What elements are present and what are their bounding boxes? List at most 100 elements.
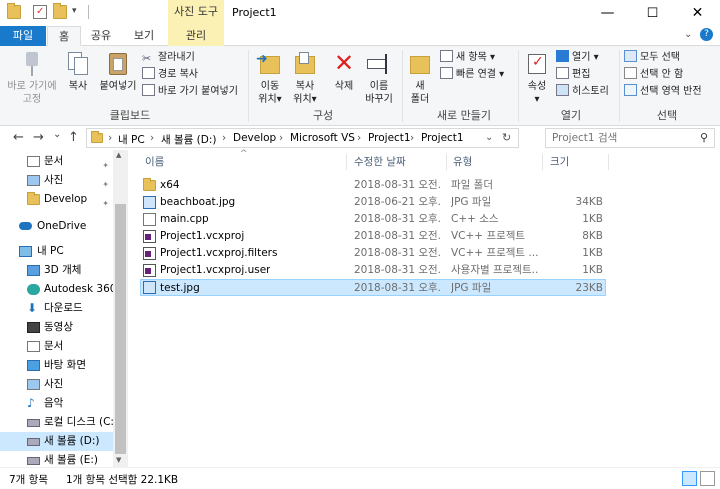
large-icons-view-icon[interactable] — [700, 471, 715, 486]
select-all-button[interactable]: 모두 선택 — [624, 50, 680, 66]
group-divider — [518, 50, 519, 122]
open-button[interactable]: 열기 ▾ — [556, 50, 599, 66]
back-button[interactable]: ← — [13, 130, 24, 145]
nav-item-volume-d[interactable]: 새 볼륨 (D:) — [0, 432, 113, 451]
search-box[interactable]: ⚲ — [545, 128, 715, 148]
recent-locations-button[interactable]: ⌄ — [53, 129, 61, 140]
up-button[interactable]: ↑ — [68, 130, 79, 145]
new-group-label: 새로 만들기 — [436, 109, 492, 122]
nav-item-autodesk-360[interactable]: Autodesk 360 — [0, 280, 116, 299]
file-row-x64[interactable]: x64 2018-08-31 오전... 파일 폴더 — [140, 177, 606, 194]
select-none-button[interactable]: 선택 안 함 — [624, 67, 683, 83]
maximize-button[interactable]: ☐ — [630, 0, 675, 26]
delete-button[interactable]: ✕ 삭제 — [329, 50, 359, 93]
new-folder-quick-icon[interactable] — [53, 3, 67, 19]
tab-file[interactable]: 파일 — [0, 26, 46, 46]
drive-icon — [27, 419, 40, 427]
tab-share[interactable]: 공유 — [83, 26, 119, 46]
file-row-vcxproj-filters[interactable]: Project1.vcxproj.filters 2018-08-31 오전..… — [140, 245, 606, 262]
pin-icon[interactable]: ✦ — [102, 194, 109, 213]
column-header-type[interactable]: 유형 — [453, 153, 472, 171]
breadcrumb-project1-current[interactable]: Project1 — [421, 132, 464, 144]
cut-button[interactable]: ✂ 잘라내기 — [142, 50, 195, 66]
nav-item-desktop[interactable]: 바탕 화면 — [0, 356, 113, 375]
tab-home[interactable]: 홈 — [47, 26, 81, 46]
paste-button[interactable]: 붙여넣기 — [96, 50, 140, 93]
ribbon-collapse-icon[interactable]: ⌄ — [684, 29, 692, 40]
breadcrumb-microsoft-vs[interactable]: Microsoft VS — [290, 132, 355, 144]
refresh-icon[interactable]: ↻ — [502, 131, 511, 144]
column-divider[interactable] — [608, 154, 609, 170]
scrollbar-thumb[interactable] — [115, 204, 126, 454]
close-button[interactable]: ✕ — [675, 0, 720, 26]
search-input[interactable] — [552, 131, 692, 145]
properties-quick-icon[interactable]: ✓ — [33, 5, 47, 19]
breadcrumb-project1[interactable]: Project1 — [368, 132, 411, 144]
column-header-name[interactable]: 이름 — [145, 153, 164, 171]
breadcrumb-drive-d[interactable]: 새 볼륨 (D:) — [161, 132, 216, 147]
address-bar[interactable]: › 내 PC › 새 볼륨 (D:) › Develop › Microsoft… — [86, 128, 519, 148]
file-row-beachboat[interactable]: beachboat.jpg 2018-06-21 오후... JPG 파일 34… — [140, 194, 606, 211]
nav-item-documents[interactable]: 문서 — [0, 337, 113, 356]
new-folder-button[interactable]: 새 폴더 — [406, 50, 434, 106]
help-icon[interactable]: ? — [700, 28, 713, 41]
scroll-down-icon[interactable]: ▼ — [116, 456, 121, 464]
edit-button[interactable]: 편집 — [556, 67, 590, 83]
vcxproj-file-icon — [143, 264, 156, 277]
file-row-test-jpg[interactable]: test.jpg 2018-08-31 오후... JPG 파일 23KB — [140, 279, 606, 296]
address-history-dropdown-icon[interactable]: ⌄ — [485, 132, 493, 143]
column-divider[interactable] — [446, 154, 447, 170]
paste-shortcut-button[interactable]: 바로 가기 붙여넣기 — [142, 84, 238, 100]
navpane-scrollbar[interactable]: ▲ ▼ — [113, 150, 128, 467]
quick-access-dropdown-icon[interactable]: ▾ — [72, 6, 77, 16]
easy-access-button[interactable]: 빠른 연결 ▾ — [440, 67, 504, 83]
scroll-up-icon[interactable]: ▲ — [116, 151, 121, 159]
rename-button[interactable]: 이름 바꾸기 — [362, 50, 396, 106]
minimize-button[interactable]: — — [585, 0, 630, 26]
breadcrumb-develop[interactable]: Develop — [233, 132, 276, 144]
nav-item-my-pc[interactable]: 내 PC — [0, 242, 113, 261]
nav-item-local-disk-c[interactable]: 로컬 디스크 (C:) — [0, 413, 118, 432]
file-row-main-cpp[interactable]: main.cpp 2018-08-31 오후... C++ 소스 1KB — [140, 211, 606, 228]
pin-quick-access-button[interactable]: 바로 가기에 고정 — [4, 50, 60, 106]
copy-path-button[interactable]: 경로 복사 — [142, 67, 198, 83]
tab-view[interactable]: 보기 — [124, 26, 164, 46]
properties-button[interactable]: ✓ 속성 ▾ — [522, 50, 552, 106]
column-header-date[interactable]: 수정한 날짜 — [354, 153, 406, 171]
column-divider[interactable] — [542, 154, 543, 170]
file-list: ^ 이름 수정한 날짜 유형 크기 x64 2018-08-31 오전... 파… — [129, 149, 720, 467]
ribbon-tab-row: 파일 홈 공유 보기 관리 ⌄ ? — [0, 26, 720, 46]
details-view-icon[interactable] — [682, 471, 697, 486]
history-button[interactable]: 히스토리 — [556, 84, 609, 100]
nav-item-onedrive[interactable]: OneDrive — [0, 217, 113, 236]
column-header-size[interactable]: 크기 — [550, 153, 569, 171]
move-to-icon: ➜ — [256, 50, 284, 78]
breadcrumb-my-pc[interactable]: 내 PC — [118, 132, 145, 147]
move-to-button[interactable]: ➜ 이동 위치▾ — [254, 50, 286, 106]
autodesk-icon — [27, 284, 40, 295]
column-divider[interactable] — [346, 154, 347, 170]
computer-icon — [19, 246, 32, 257]
folder-icon — [7, 3, 21, 19]
nav-item-3d-objects[interactable]: 3D 개체 — [0, 261, 113, 280]
nav-item-pictures-quick[interactable]: 사진 ✦ — [0, 171, 113, 190]
select-all-icon — [624, 50, 637, 62]
invert-selection-button[interactable]: 선택 영역 반전 — [624, 84, 702, 100]
nav-item-music[interactable]: ♪ 음악 — [0, 394, 113, 413]
copy-button[interactable]: 복사 — [62, 50, 94, 93]
nav-item-videos[interactable]: 동영상 — [0, 318, 113, 337]
vcxproj-file-icon — [143, 247, 156, 260]
nav-item-develop[interactable]: Develop ✦ — [0, 190, 113, 209]
nav-item-volume-e[interactable]: 새 볼륨 (E:) — [0, 451, 113, 467]
tab-manage[interactable]: 관리 — [168, 26, 224, 46]
forward-button[interactable]: → — [33, 130, 44, 145]
nav-item-downloads[interactable]: ⬇ 다운로드 — [0, 299, 113, 318]
file-row-vcxproj[interactable]: Project1.vcxproj 2018-08-31 오전... VC++ 프… — [140, 228, 606, 245]
nav-item-documents-quick[interactable]: 문서 ✦ — [0, 152, 113, 171]
nav-item-pictures[interactable]: 사진 — [0, 375, 113, 394]
search-icon[interactable]: ⚲ — [700, 131, 708, 144]
file-row-vcxproj-user[interactable]: Project1.vcxproj.user 2018-08-31 오전... 사… — [140, 262, 606, 279]
copy-to-button[interactable]: 복사 위치▾ — [289, 50, 321, 106]
clipboard-group-label: 클립보드 — [109, 109, 151, 122]
new-item-button[interactable]: 새 항목 ▾ — [440, 50, 495, 66]
